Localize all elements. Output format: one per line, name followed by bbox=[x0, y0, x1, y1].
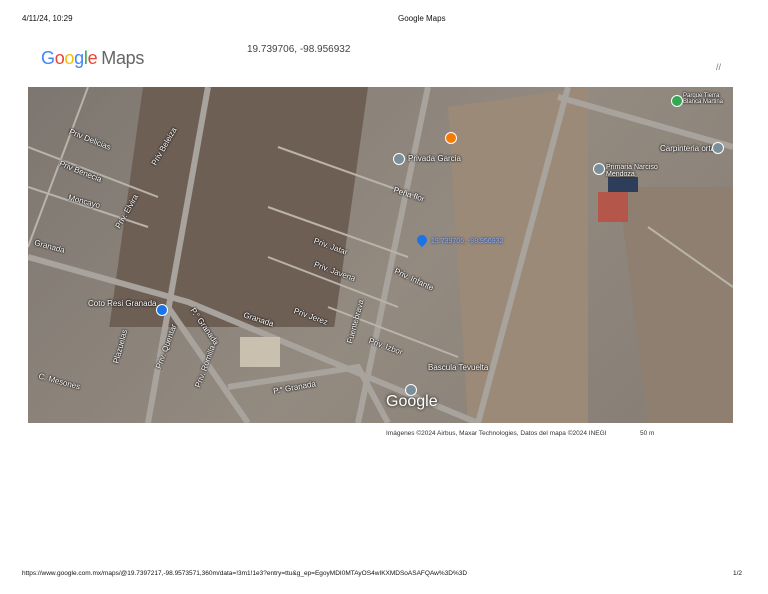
google-maps-logo[interactable]: Google Maps bbox=[41, 48, 144, 69]
poi-pin-icon[interactable] bbox=[712, 142, 724, 154]
page-number: 1/2 bbox=[733, 570, 743, 577]
building-roof bbox=[240, 337, 280, 367]
restaurant-icon[interactable] bbox=[445, 132, 457, 144]
google-wordmark: Google bbox=[41, 48, 98, 68]
coordinates-text: 19.739706, -98.956932 bbox=[247, 44, 351, 55]
poi-label[interactable]: Carpinteria orta bbox=[660, 144, 715, 153]
print-date: 4/11/24, 10:29 bbox=[22, 14, 73, 23]
map-roads bbox=[28, 87, 733, 423]
google-watermark: Google bbox=[386, 393, 438, 410]
empty-field bbox=[448, 87, 588, 423]
map-scale[interactable]: 50 m bbox=[640, 430, 654, 437]
empty-field-east bbox=[618, 187, 733, 423]
print-title: Google Maps bbox=[398, 14, 446, 23]
school-roof bbox=[598, 192, 628, 222]
poi-label[interactable]: Bascula Tevuelta bbox=[428, 363, 488, 372]
pin-label: 19.739706, -98.956932 bbox=[431, 238, 504, 245]
poi-pin-icon[interactable] bbox=[393, 153, 405, 165]
print-url: https://www.google.com.mx/maps/@19.73972… bbox=[22, 570, 468, 577]
poi-label[interactable]: Coto Resi Granada bbox=[88, 299, 156, 308]
poi-label[interactable]: Primaria Narciso Mendoza bbox=[606, 164, 661, 178]
maps-wordmark: Maps bbox=[101, 48, 145, 68]
park-icon[interactable] bbox=[671, 95, 683, 107]
solar-panels bbox=[608, 177, 638, 192]
shopping-icon[interactable] bbox=[156, 304, 168, 316]
resize-handle-icon[interactable]: // bbox=[716, 62, 721, 72]
school-icon[interactable] bbox=[593, 163, 605, 175]
poi-label[interactable]: Privada Garcia bbox=[408, 154, 461, 163]
poi-label[interactable]: Parque Tierra Blanca Martina bbox=[683, 93, 733, 105]
satellite-map[interactable]: Priv Delicias Priv Benecia Priv Beleiza … bbox=[28, 87, 733, 423]
map-attribution: Imágenes ©2024 Airbus, Maxar Technologie… bbox=[386, 430, 607, 437]
